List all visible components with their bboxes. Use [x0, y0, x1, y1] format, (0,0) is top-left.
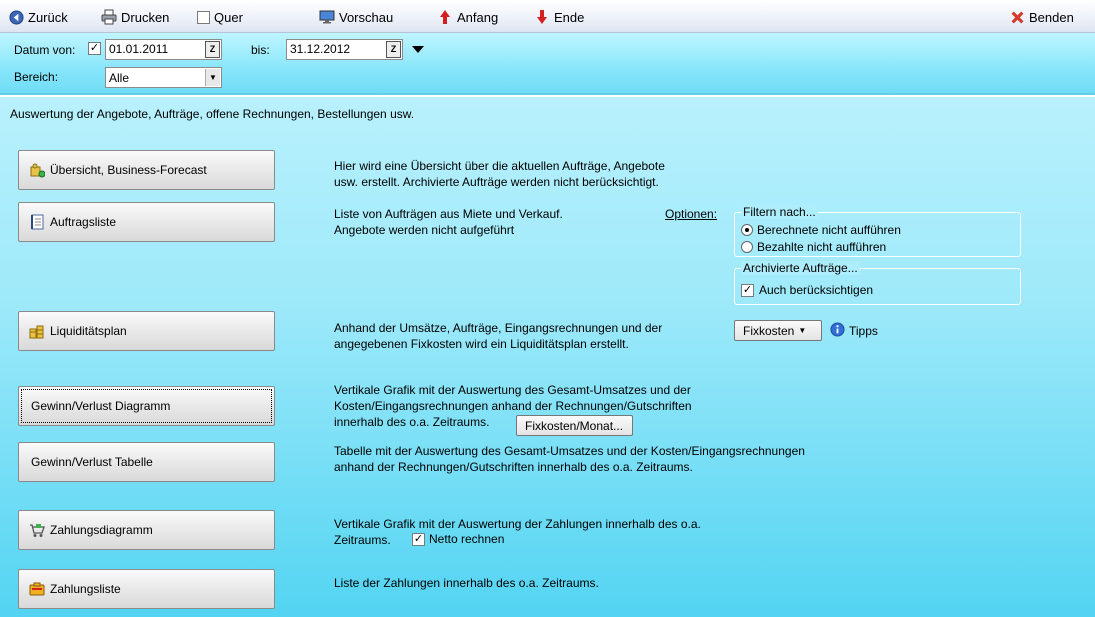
close-button[interactable]: Benden — [1009, 8, 1074, 26]
print-button[interactable]: Drucken — [101, 8, 169, 26]
report-description: Liste der Zahlungen innerhalb des o.a. Z… — [334, 576, 599, 590]
report-label: Liquiditätsplan — [50, 324, 127, 338]
report-label: Gewinn/Verlust Diagramm — [31, 399, 171, 413]
order-list-button[interactable]: Auftragsliste — [18, 202, 275, 242]
end-label: Ende — [554, 9, 585, 25]
main-panel: Auswertung der Angebote, Aufträge, offen… — [0, 95, 1095, 617]
end-button[interactable]: Ende — [534, 8, 584, 26]
filter-bar: Datum von: ✓ 01.01.2011 Z bis: 31.12.201… — [0, 33, 1095, 95]
archived-group: Archivierte Aufträge... ✓ Auch berücksich… — [734, 261, 1021, 305]
report-label: Auftragsliste — [50, 215, 117, 229]
filter-group-title: Filtern nach... — [741, 205, 818, 219]
fixed-costs-dropdown-button[interactable]: Fixkosten ▼ — [734, 320, 822, 341]
report-description: Hier wird eine Übersicht über die aktuel… — [334, 159, 665, 189]
monitor-icon — [319, 9, 335, 25]
filter-group: Filtern nach... Berechnete nicht aufführ… — [734, 205, 1021, 257]
area-value: Alle — [109, 71, 130, 85]
landscape-checkbox[interactable]: Quer — [197, 8, 243, 26]
options-label: Optionen: — [665, 207, 718, 221]
preview-button[interactable]: Vorschau — [319, 8, 393, 26]
overview-forecast-button[interactable]: Übersicht, Business-Forecast — [18, 150, 275, 190]
date-from-label: Datum von: — [14, 43, 76, 57]
print-label: Drucken — [121, 9, 170, 25]
arrow-up-icon — [437, 9, 453, 25]
payment-chart-button[interactable]: Zahlungsdiagramm — [18, 510, 275, 550]
liquidity-plan-button[interactable]: Liquiditätsplan — [18, 311, 275, 351]
chevron-down-icon: ▼ — [205, 69, 220, 86]
report-label: Gewinn/Verlust Tabelle — [31, 455, 153, 469]
report-description: Anhand der Umsätze, Aufträge, Eingangsre… — [334, 321, 663, 351]
report-description: Tabelle mit der Auswertung des Gesamt-Um… — [334, 444, 805, 474]
close-label: Benden — [1029, 9, 1074, 25]
caret-down-icon: ▼ — [798, 326, 807, 335]
include-archived-checkbox[interactable]: ✓ Auch berücksichtigen — [741, 283, 873, 297]
report-description: Vertikale Grafik mit der Auswertung des … — [334, 383, 692, 429]
radio-not-invoiced[interactable]: Berechnete nicht aufführen — [741, 223, 901, 237]
date-to-label: bis: — [251, 43, 270, 57]
start-label: Anfang — [457, 9, 499, 25]
landscape-label: Quer — [214, 9, 243, 25]
date-to-field[interactable]: 31.12.2012 Z — [286, 39, 403, 60]
back-label: Zurück — [28, 9, 68, 25]
fixed-costs-month-button[interactable]: Fixkosten/Monat... — [516, 415, 633, 436]
coins-icon — [29, 323, 45, 339]
back-arrow-icon — [8, 9, 24, 25]
net-calc-checkbox[interactable]: ✓ Netto rechnen — [412, 532, 504, 546]
date-from-checkbox[interactable]: ✓ — [88, 42, 101, 55]
calendar-icon[interactable]: Z — [205, 41, 220, 58]
wallet-icon — [29, 581, 45, 597]
area-select[interactable]: Alle ▼ — [105, 67, 222, 88]
radio-button-selected[interactable] — [741, 224, 753, 236]
date-from-value: 01.01.2011 — [109, 42, 169, 56]
report-description: Liste von Aufträgen aus Miete und Verkau… — [334, 207, 563, 237]
toolbar: Zurück Drucken Quer Vorschau Anfang Ende… — [0, 0, 1095, 33]
payment-list-button[interactable]: Zahlungsliste — [18, 569, 275, 609]
profit-loss-chart-button[interactable]: Gewinn/Verlust Diagramm — [18, 386, 275, 426]
area-label: Bereich: — [14, 70, 59, 84]
date-to-value: 31.12.2012 — [290, 42, 351, 56]
intro-text: Auswertung der Angebote, Aufträge, offen… — [10, 107, 415, 121]
close-x-icon — [1009, 9, 1025, 25]
radio-not-paid[interactable]: Bezahlte nicht aufführen — [741, 240, 886, 254]
cart-icon — [29, 522, 45, 538]
printer-icon — [101, 9, 117, 25]
info-icon — [830, 322, 845, 340]
notebook-icon — [29, 214, 45, 230]
preview-label: Vorschau — [339, 9, 394, 25]
dropdown-triangle-icon[interactable] — [412, 43, 424, 57]
report-description: Vertikale Grafik mit der Auswertung der … — [334, 517, 701, 547]
tips-link[interactable]: Tipps — [830, 322, 878, 340]
check-box-checked[interactable]: ✓ — [412, 532, 425, 546]
date-from-field[interactable]: 01.01.2011 Z — [105, 39, 222, 60]
profit-loss-table-button[interactable]: Gewinn/Verlust Tabelle — [18, 442, 275, 482]
archived-group-title: Archivierte Aufträge... — [741, 261, 860, 275]
arrow-down-icon — [534, 9, 550, 25]
calendar-icon[interactable]: Z — [386, 41, 401, 58]
report-label: Übersicht, Business-Forecast — [50, 163, 207, 177]
start-button[interactable]: Anfang — [437, 8, 498, 26]
puzzle-icon — [29, 162, 45, 178]
report-label: Zahlungsliste — [50, 582, 121, 596]
radio-button[interactable] — [741, 241, 753, 253]
back-button[interactable]: Zurück — [8, 8, 68, 26]
report-label: Zahlungsdiagramm — [50, 523, 153, 537]
landscape-check-box[interactable] — [197, 10, 210, 24]
check-box-checked[interactable]: ✓ — [741, 283, 754, 297]
